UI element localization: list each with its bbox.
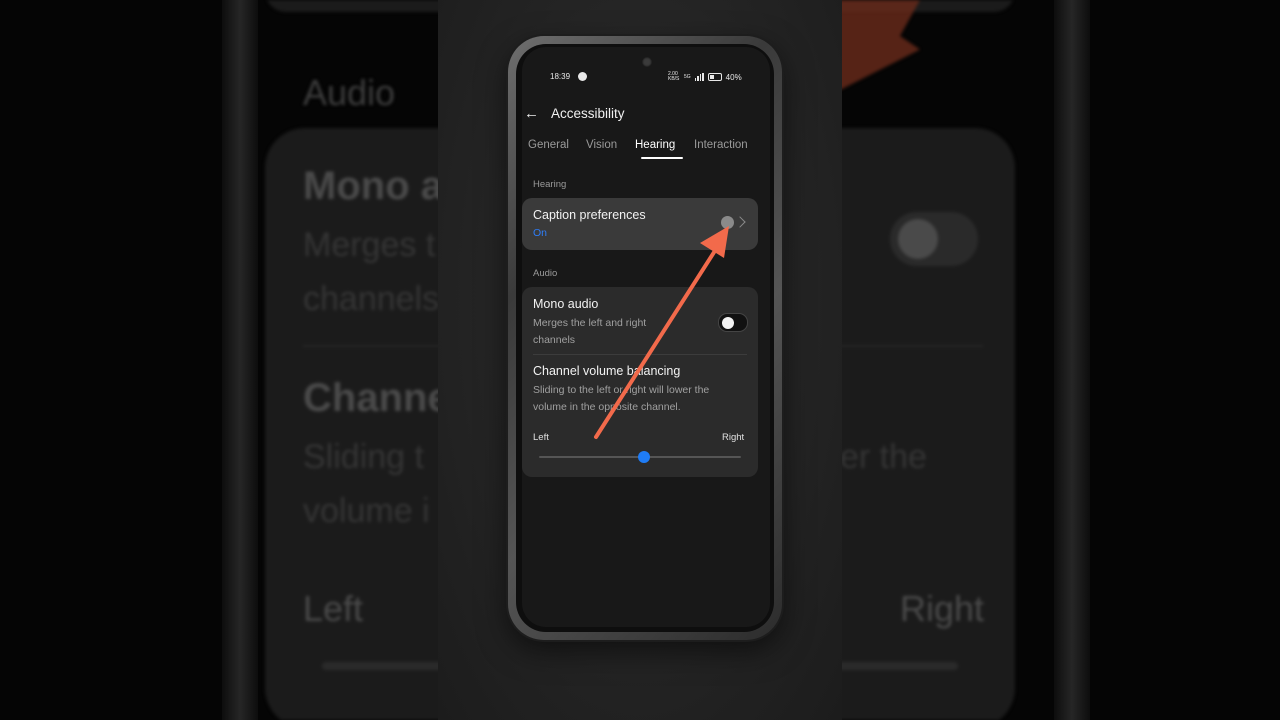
background-mono-title: Mono a xyxy=(303,164,443,208)
balance-right-label: Right xyxy=(722,432,745,443)
status-right-group: 2.00 KB/S 5G 40% xyxy=(668,72,742,82)
background-channel-sub-2: volume i xyxy=(303,492,430,530)
back-arrow-icon[interactable]: ← xyxy=(524,105,542,123)
audio-section-label: Audio xyxy=(533,268,558,279)
balance-left-label: Left xyxy=(533,432,549,443)
caption-preferences-title: Caption preferences xyxy=(533,208,646,222)
phone-screen: 18:39 2.00 KB/S 5G 40% ← Accessibility G… xyxy=(522,47,770,627)
active-tab-indicator xyxy=(641,157,683,159)
background-toggle xyxy=(890,212,978,266)
channel-balance-description: Sliding to the left or right will lower … xyxy=(533,384,710,413)
app-header: ← Accessibility xyxy=(522,103,770,125)
front-camera xyxy=(642,57,652,67)
tab-general[interactable]: General xyxy=(528,139,569,151)
battery-icon xyxy=(707,73,722,81)
background-audio-label: Audio xyxy=(303,72,396,113)
hearing-section-label: Hearing xyxy=(533,179,567,190)
background-left-label: Left xyxy=(303,588,364,629)
signal-type: 5G xyxy=(684,74,691,80)
background-channel-title: Channe xyxy=(303,376,450,420)
tab-hearing[interactable]: Hearing xyxy=(635,139,675,151)
caption-preferences-status: On xyxy=(533,227,548,239)
network-speed: 2.00 KB/S xyxy=(668,71,680,82)
notification-dot-icon xyxy=(578,72,587,81)
audio-divider xyxy=(533,354,747,355)
background-right-label: Right xyxy=(900,588,985,629)
background-mono-sub-1: Merges t xyxy=(303,226,436,264)
caption-preferences-item[interactable]: Caption preferences On xyxy=(522,198,758,250)
tap-indicator xyxy=(721,216,734,229)
tab-interaction[interactable]: Interaction xyxy=(694,139,748,151)
channel-balance-title: Channel volume balancing xyxy=(533,364,681,378)
signal-bars-icon xyxy=(694,73,704,81)
mono-audio-description: Merges the left and right channels xyxy=(533,317,647,346)
mono-audio-toggle[interactable] xyxy=(718,313,748,332)
mono-audio-title: Mono audio xyxy=(533,297,599,311)
background-bezel-right xyxy=(1054,0,1090,720)
page-title: Accessibility xyxy=(551,106,625,121)
background-bezel-left xyxy=(222,0,258,720)
chevron-right-icon xyxy=(734,216,746,228)
balance-slider-thumb[interactable] xyxy=(638,451,651,463)
tab-bar: General Vision Hearing Interaction xyxy=(528,139,770,161)
status-time: 18:39 xyxy=(550,72,571,81)
battery-percent: 40% xyxy=(725,72,742,82)
audio-settings-card: Mono audio Merges the left and right cha… xyxy=(522,287,758,477)
background-channel-sub-1b: er the xyxy=(840,438,927,476)
background-mono-sub-2: channels xyxy=(303,280,440,318)
tab-vision[interactable]: Vision xyxy=(586,139,617,151)
background-channel-sub-1: Sliding t xyxy=(303,438,424,476)
